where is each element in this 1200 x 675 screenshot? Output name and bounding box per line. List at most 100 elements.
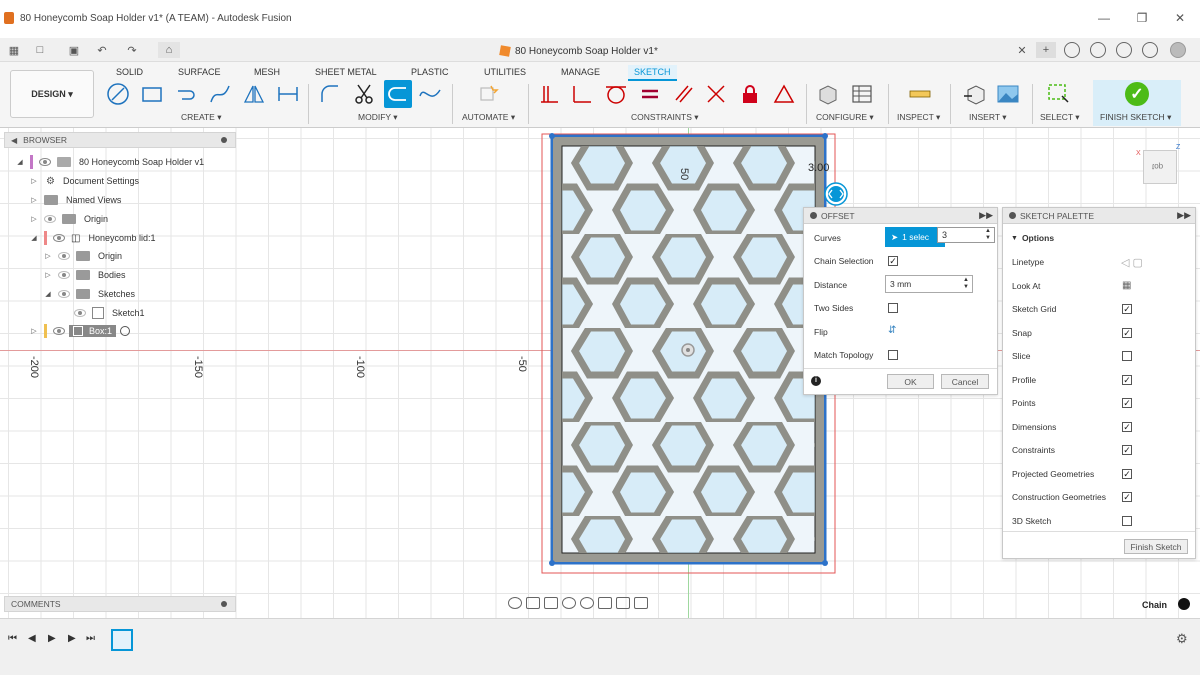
gear-icon[interactable]: ⚙ <box>1176 631 1188 647</box>
palette-option-checkbox[interactable]: ✓ <box>1122 304 1132 314</box>
visibility-eye-icon[interactable] <box>39 158 51 166</box>
group-automate[interactable]: AUTOMATE ▾ <box>462 112 515 123</box>
tree-item-origin-sub[interactable]: ▷ Origin <box>44 248 122 264</box>
expand-arrows-icon[interactable]: ▶▶ <box>1177 210 1191 221</box>
insert-image-icon[interactable] <box>996 82 1020 106</box>
grid-settings-icon[interactable] <box>616 597 630 609</box>
tab-mesh[interactable]: MESH <box>248 65 286 79</box>
orbit-icon[interactable] <box>508 597 522 609</box>
expand-arrows-icon[interactable]: ▶▶ <box>979 210 993 221</box>
perpendicular-constraint-icon[interactable] <box>570 82 594 106</box>
tangent-constraint-icon[interactable] <box>604 82 628 106</box>
go-to-start-icon[interactable]: ⏮ <box>8 633 17 644</box>
save-icon[interactable]: ▣ <box>66 42 82 58</box>
step-back-icon[interactable]: ◀ <box>28 633 36 644</box>
document-tab[interactable]: 80 Honeycomb Soap Holder v1* <box>499 40 658 62</box>
extensions-icon[interactable] <box>1064 42 1080 58</box>
curves-selection-button[interactable]: ➤ 1 selec <box>885 227 945 247</box>
linetype-icon[interactable]: ◁ ▢ <box>1121 256 1143 269</box>
match-topology-checkbox[interactable] <box>888 350 898 360</box>
group-insert[interactable]: INSERT ▾ <box>969 112 1007 123</box>
zoom-icon[interactable] <box>562 597 576 609</box>
close-tab-icon[interactable]: ✕ <box>1014 42 1030 58</box>
tree-item-bodies[interactable]: ▷ Bodies <box>44 267 126 283</box>
palette-option-checkbox[interactable]: ✓ <box>1122 421 1132 432</box>
avatar[interactable] <box>1170 42 1186 58</box>
tab-surface[interactable]: SURFACE <box>172 65 227 79</box>
go-to-end-icon[interactable]: ⏭ <box>86 633 95 644</box>
tree-item-component[interactable]: ◢ ◫ Honeycomb lid:1 <box>30 230 156 246</box>
select-window-icon[interactable] <box>1046 82 1070 106</box>
cancel-button[interactable]: Cancel <box>941 374 989 389</box>
palette-option-checkbox[interactable]: ✓ <box>1122 374 1132 385</box>
expand-triangle-icon[interactable]: ▷ <box>30 327 38 335</box>
ok-button[interactable]: OK <box>887 374 934 389</box>
spinner-icon[interactable]: ▲ ▼ <box>963 277 969 291</box>
automate-icon[interactable] <box>476 82 500 106</box>
palette-option-checkbox[interactable]: ✓ <box>1122 492 1132 502</box>
visibility-eye-icon[interactable] <box>53 327 65 335</box>
options-section-header[interactable]: ▼ Options <box>1011 230 1054 246</box>
two-sides-checkbox[interactable] <box>888 303 898 313</box>
display-settings-icon[interactable] <box>598 597 612 609</box>
configure-table-icon[interactable] <box>850 82 874 106</box>
coincident-constraint-icon[interactable] <box>538 82 562 106</box>
expand-triangle-icon[interactable]: ▷ <box>44 252 52 260</box>
job-status-icon[interactable] <box>1090 42 1106 58</box>
parallel-constraint-icon[interactable] <box>672 82 696 106</box>
selection-filter-icon[interactable] <box>1178 598 1190 610</box>
tree-item-root[interactable]: ◢ 80 Honeycomb Soap Holder v1 <box>16 154 204 170</box>
fit-zoom-icon[interactable] <box>580 597 594 609</box>
offset-value-label[interactable]: 3.00 <box>808 162 829 174</box>
spline-tool-icon[interactable] <box>208 82 232 106</box>
pin-icon[interactable] <box>221 601 227 607</box>
offset-dialog-header[interactable]: OFFSET ▶▶ <box>804 208 997 224</box>
finish-sketch-palette-button[interactable]: Finish Sketch <box>1124 539 1188 554</box>
step-forward-icon[interactable]: ▶ <box>68 633 76 644</box>
visibility-eye-icon[interactable] <box>58 271 70 279</box>
sketch-palette-header[interactable]: SKETCH PALETTE ▶▶ <box>1003 208 1195 224</box>
minimize-button[interactable]: — <box>1086 0 1122 36</box>
tree-item-box[interactable]: ▷ Box:1 <box>30 323 131 339</box>
tab-plastic[interactable]: PLASTIC <box>405 65 455 79</box>
workspace-switcher[interactable]: DESIGN ▾ <box>10 70 94 118</box>
symmetry-constraint-icon[interactable] <box>772 82 796 106</box>
visibility-eye-icon[interactable] <box>53 234 65 242</box>
expand-triangle-icon[interactable]: ▷ <box>30 196 38 204</box>
sketch-curve-icon[interactable] <box>418 82 442 106</box>
visibility-eye-icon[interactable] <box>58 290 70 298</box>
box-component-highlight[interactable]: Box:1 <box>69 325 117 337</box>
tab-sheet-metal[interactable]: SHEET METAL <box>309 65 383 79</box>
line-tool-icon[interactable] <box>106 82 130 106</box>
rectangle-tool-icon[interactable] <box>140 82 164 106</box>
group-finish-sketch[interactable]: FINISH SKETCH ▾ <box>1100 112 1171 123</box>
expand-triangle-icon[interactable]: ▷ <box>30 177 38 185</box>
palette-option-checkbox[interactable]: ✓ <box>1122 468 1132 479</box>
maximize-button[interactable]: ❐ <box>1124 0 1160 36</box>
timeline-sketch-feature[interactable] <box>111 629 133 651</box>
flip-arrows-icon[interactable]: ⇵ <box>888 325 896 336</box>
collapse-triangle-icon[interactable]: ◢ <box>44 290 52 298</box>
palette-option-checkbox[interactable]: ✓ <box>1122 445 1132 455</box>
trim-scissors-icon[interactable] <box>352 82 376 106</box>
chain-selection-checkbox[interactable]: ✓ <box>888 256 898 266</box>
help-icon[interactable] <box>1142 42 1158 58</box>
info-icon[interactable]: i <box>811 376 821 386</box>
tree-item-document-settings[interactable]: ▷ ⚙ Document Settings <box>30 173 139 189</box>
palette-option-checkbox[interactable] <box>1122 515 1132 526</box>
measure-icon[interactable] <box>908 82 932 106</box>
undo-icon[interactable]: ↶ <box>94 42 110 58</box>
play-icon[interactable]: ▶ <box>48 633 56 644</box>
expand-triangle-icon[interactable]: ▷ <box>30 215 38 223</box>
viewcube[interactable]: top <box>1143 150 1177 184</box>
dimension-label[interactable]: 50 <box>678 168 690 180</box>
home-icon[interactable]: ⌂ <box>158 42 180 58</box>
mirror-tool-icon[interactable] <box>242 82 266 106</box>
group-constraints[interactable]: CONSTRAINTS ▾ <box>631 112 699 123</box>
slot-tool-icon[interactable] <box>174 82 198 106</box>
tab-utilities[interactable]: UTILITIES <box>478 65 532 79</box>
offset-tool-icon[interactable] <box>384 80 412 108</box>
hidden-eye-icon[interactable] <box>58 252 70 260</box>
distance-input[interactable]: 3 mm ▲ ▼ <box>885 275 973 293</box>
group-modify[interactable]: MODIFY ▾ <box>358 112 398 123</box>
